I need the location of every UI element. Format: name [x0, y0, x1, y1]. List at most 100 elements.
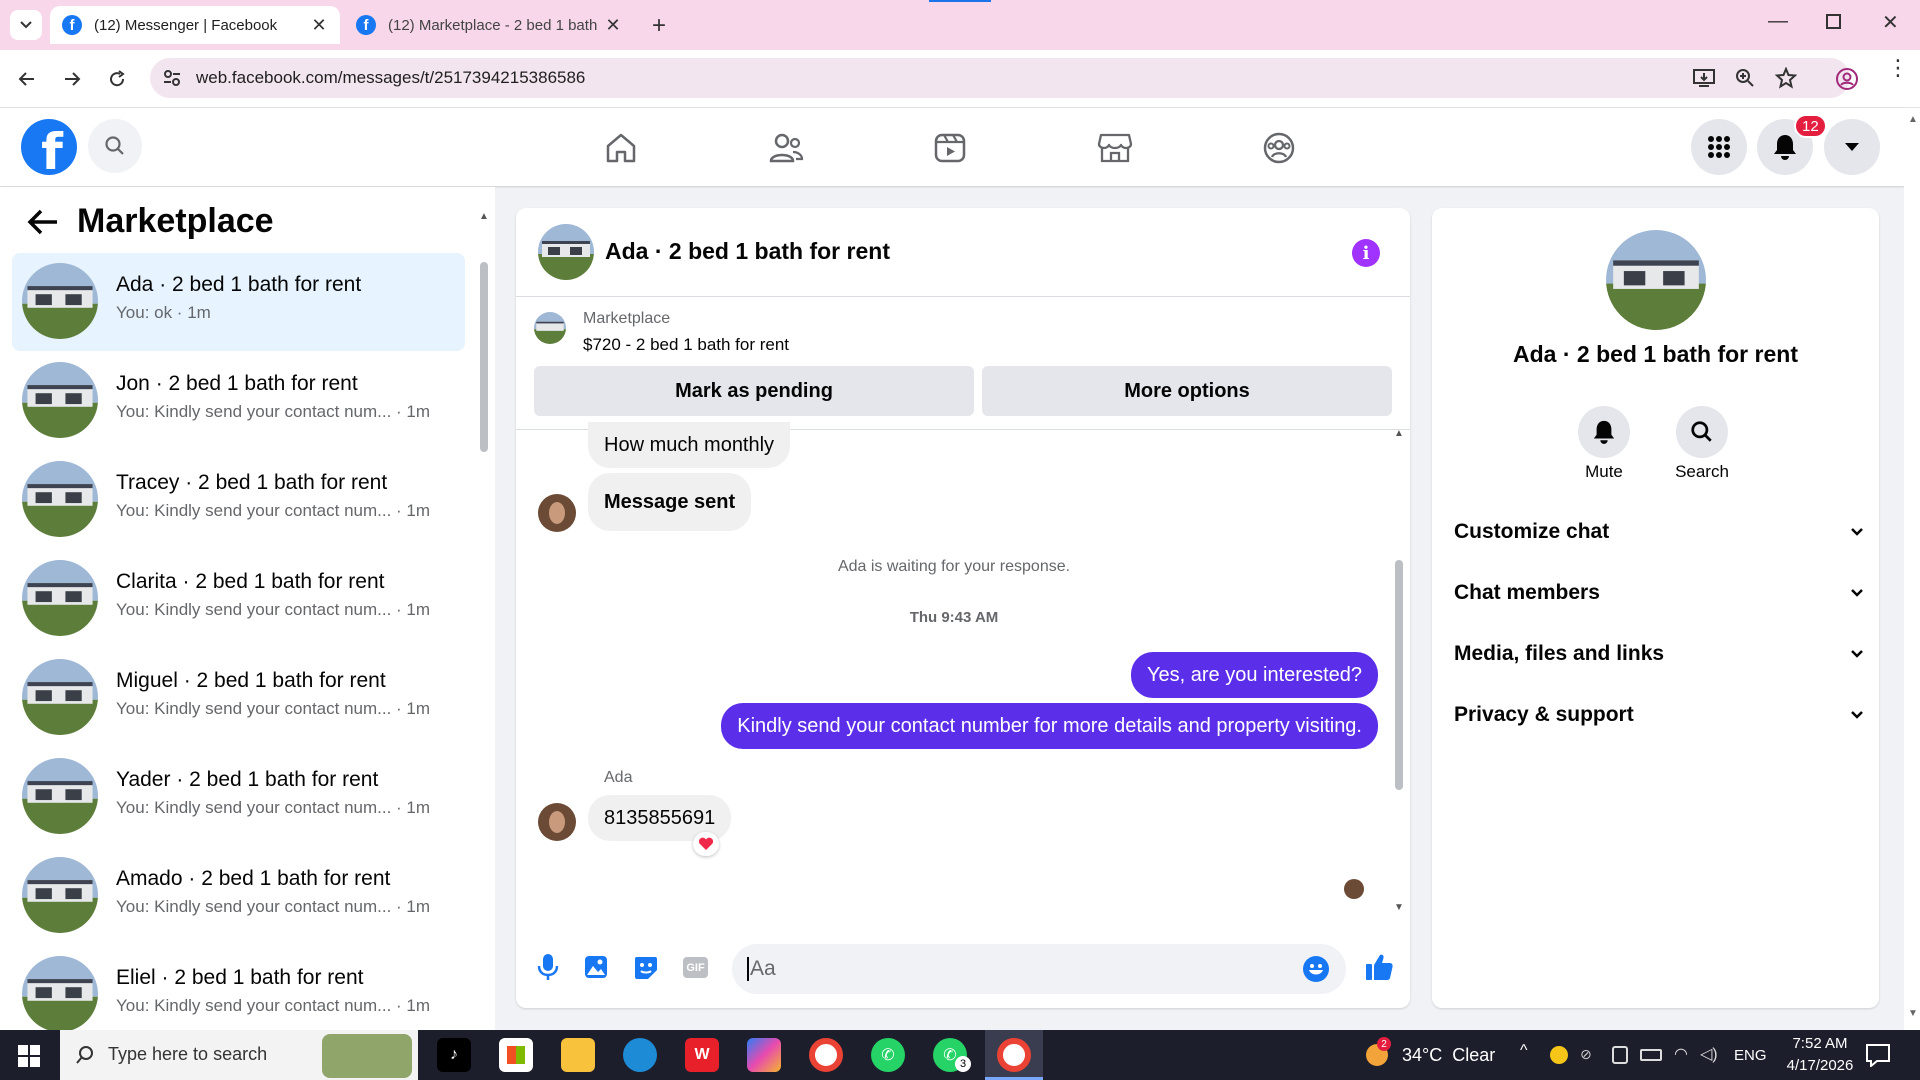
bookmark-star-icon[interactable]: [1775, 67, 1797, 89]
volume-icon[interactable]: ◁): [1700, 1044, 1718, 1064]
whatsapp-icon[interactable]: ✆: [871, 1038, 905, 1072]
windows-start-icon[interactable]: [18, 1045, 40, 1067]
heart-reaction[interactable]: [693, 832, 719, 856]
fb-search-button[interactable]: [88, 119, 142, 173]
battery-icon[interactable]: [1640, 1049, 1662, 1061]
emoji-icon[interactable]: [1302, 955, 1330, 983]
marketplace-icon[interactable]: [1097, 131, 1133, 165]
more-options-button[interactable]: More options: [982, 366, 1392, 416]
mute-label[interactable]: Mute: [1554, 462, 1654, 482]
profile-name: Ada · 2 bed 1 bath for rent: [1513, 341, 1798, 367]
listing-photo-icon: [22, 263, 98, 339]
tray-app-icon[interactable]: [1550, 1046, 1568, 1064]
mark-pending-button[interactable]: Mark as pending: [534, 366, 974, 416]
chrome-profile-icon[interactable]: [997, 1038, 1031, 1072]
chat-avatar[interactable]: [538, 224, 594, 280]
details-section[interactable]: Chat members: [1454, 581, 1864, 605]
language-indicator[interactable]: ENG: [1734, 1047, 1767, 1064]
tab-search-button[interactable]: [10, 10, 42, 40]
search-button[interactable]: [1676, 406, 1728, 458]
install-app-icon[interactable]: [1693, 68, 1715, 88]
conversation-item[interactable]: Ada · 2 bed 1 bath for rent You: ok · 1m: [12, 253, 465, 351]
conversation-item[interactable]: Amado · 2 bed 1 bath for rent You: Kindly…: [12, 847, 465, 945]
listing-detail[interactable]: $720 - 2 bed 1 bath for rent: [583, 335, 789, 355]
store-icon[interactable]: [499, 1038, 533, 1072]
chat-scrollbar[interactable]: ▲ ▼: [1392, 428, 1406, 918]
taskbar-search-box[interactable]: Type here to search: [60, 1030, 418, 1080]
conversation-details-pane: Ada · 2 bed 1 bath for rent Mute Search …: [1432, 208, 1879, 1008]
minimize-icon[interactable]: —: [1768, 10, 1788, 33]
chat-title[interactable]: Ada · 2 bed 1 bath for rent: [605, 238, 890, 265]
friends-icon[interactable]: [768, 131, 804, 165]
clock-date[interactable]: 4/17/2026: [1770, 1057, 1870, 1074]
restore-icon[interactable]: [1826, 14, 1841, 29]
menu-button[interactable]: [1691, 119, 1747, 175]
tray-chevron-icon[interactable]: ^: [1520, 1042, 1528, 1060]
sender-avatar[interactable]: [538, 494, 576, 532]
conversation-item[interactable]: Miguel · 2 bed 1 bath for rent You: Kindl…: [12, 649, 465, 747]
photo-icon[interactable]: [584, 955, 608, 979]
page-scrollbar[interactable]: ▲ ▼: [1904, 108, 1920, 1030]
tab-messenger[interactable]: f (12) Messenger | Facebook ✕: [50, 6, 340, 44]
sender-avatar[interactable]: [538, 803, 576, 841]
reload-button[interactable]: [100, 62, 134, 96]
close-tab-icon[interactable]: ✕: [310, 15, 328, 36]
notification-center-icon[interactable]: [1865, 1043, 1891, 1067]
chrome-icon[interactable]: [809, 1038, 843, 1072]
listing-thumbnail[interactable]: [534, 312, 566, 344]
site-info-icon[interactable]: [162, 68, 182, 88]
clock-time[interactable]: 7:52 AM: [1770, 1035, 1870, 1052]
tiktok-icon[interactable]: ♪: [437, 1038, 471, 1072]
like-thumb-icon[interactable]: [1364, 952, 1394, 982]
forward-button[interactable]: [55, 62, 89, 96]
mute-button[interactable]: [1578, 406, 1630, 458]
close-tab-icon[interactable]: ✕: [604, 15, 622, 36]
address-bar[interactable]: web.facebook.com/messages/t/251739421538…: [150, 58, 1850, 98]
browser-menu-icon[interactable]: ⋮: [1887, 57, 1909, 79]
microphone-icon[interactable]: [537, 953, 559, 981]
groups-icon[interactable]: [1262, 131, 1296, 165]
copilot-icon[interactable]: [747, 1038, 781, 1072]
weather-text[interactable]: 34°C Clear: [1402, 1045, 1495, 1066]
gif-icon[interactable]: GIF: [683, 957, 708, 978]
facebook-logo[interactable]: f: [21, 119, 77, 175]
list-scrollbar[interactable]: ▲ ▼: [478, 211, 490, 1040]
message-in[interactable]: Message sent: [588, 473, 752, 531]
account-button[interactable]: [1824, 119, 1880, 175]
arrow-left-icon: [18, 72, 34, 86]
conversation-item[interactable]: Clarita · 2 bed 1 bath for rent You: Kind…: [12, 550, 465, 648]
file-explorer-icon[interactable]: [561, 1038, 595, 1072]
new-tab-icon[interactable]: +: [652, 12, 666, 40]
camera-off-icon[interactable]: ⊘: [1580, 1046, 1600, 1064]
conversation-item[interactable]: Yader · 2 bed 1 bath for rent You: Kindly…: [12, 748, 465, 846]
details-section[interactable]: Media, files and links: [1454, 642, 1864, 666]
details-section[interactable]: Privacy & support: [1454, 703, 1864, 727]
zoom-icon[interactable]: [1735, 68, 1755, 88]
info-icon[interactable]: i: [1352, 239, 1380, 267]
back-button[interactable]: [10, 62, 44, 96]
message-out[interactable]: Yes, are you interested?: [1131, 652, 1378, 698]
profile-icon[interactable]: [1835, 67, 1859, 91]
edge-icon[interactable]: [623, 1038, 657, 1072]
message-input[interactable]: Aa: [732, 944, 1346, 994]
video-icon[interactable]: [933, 131, 967, 165]
listing-photo-icon: [534, 312, 566, 344]
conversation-item[interactable]: Jon · 2 bed 1 bath for rent You: Kindly s…: [12, 352, 465, 450]
close-window-icon[interactable]: ✕: [1882, 10, 1899, 35]
device-icon[interactable]: [1612, 1046, 1628, 1064]
sticker-icon[interactable]: [633, 955, 659, 981]
message-in[interactable]: How much monthly: [588, 422, 791, 468]
chevron-down-icon: [1851, 650, 1863, 658]
wps-icon[interactable]: W: [685, 1038, 719, 1072]
search-label[interactable]: Search: [1652, 462, 1752, 482]
conversation-item[interactable]: Tracey · 2 bed 1 bath for rent You: Kindl…: [12, 451, 465, 549]
tab-marketplace[interactable]: f (12) Marketplace - 2 bed 1 bath ✕: [344, 6, 634, 44]
message-out[interactable]: Kindly send your contact number for more…: [721, 703, 1378, 749]
back-arrow-icon[interactable]: [27, 208, 59, 236]
wifi-icon[interactable]: ◠: [1674, 1044, 1688, 1064]
url-text[interactable]: web.facebook.com/messages/t/251739421538…: [196, 68, 585, 88]
profile-photo[interactable]: [1606, 230, 1706, 330]
search-icon: [1691, 421, 1712, 442]
details-section[interactable]: Customize chat: [1454, 520, 1864, 544]
home-icon[interactable]: [604, 131, 638, 165]
